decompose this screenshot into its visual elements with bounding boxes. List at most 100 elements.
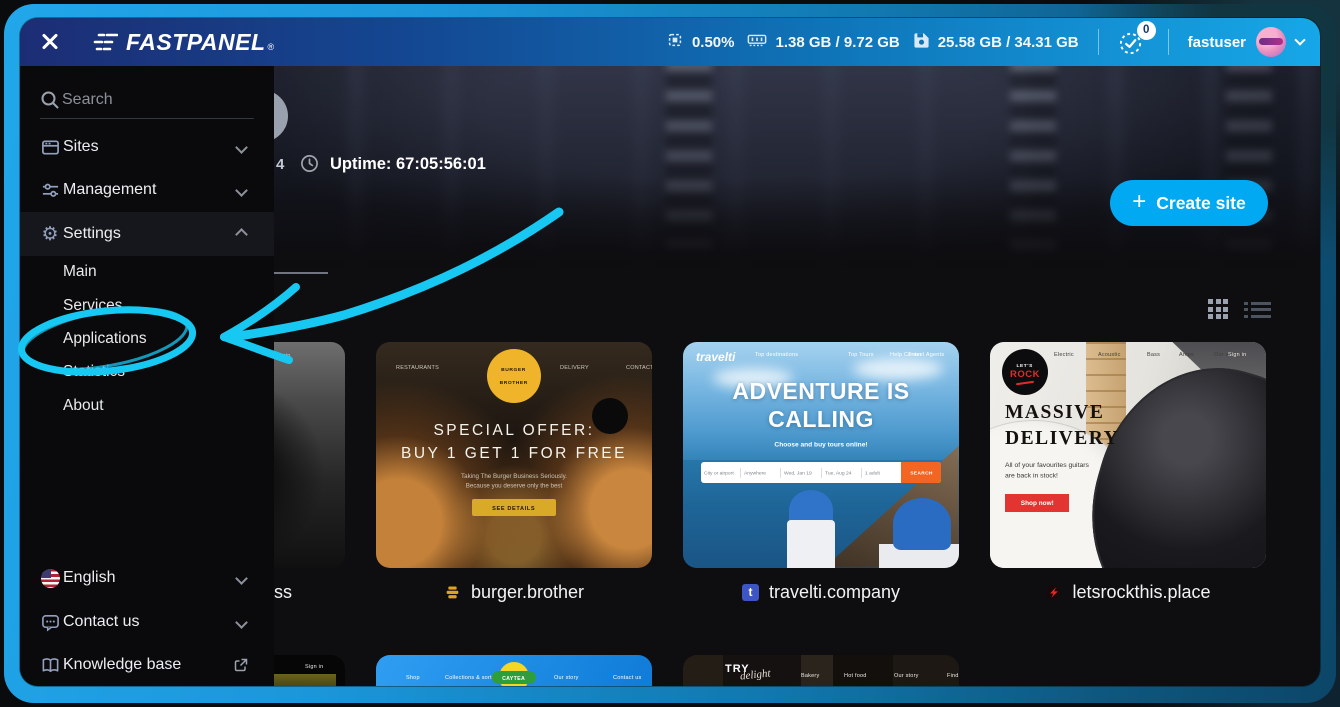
preview-headline: CALLING (683, 406, 959, 433)
preview-nav-item: RESTAURANTS (396, 364, 439, 370)
search-field: Tue, Aug 24 (822, 468, 862, 478)
chevron-down-icon (235, 184, 248, 197)
site-card-burger-brother[interactable]: RESTAURANTS ACTIONS DELIVERY CONTACTS BU… (376, 342, 652, 568)
management-icon (40, 181, 60, 200)
preview-nav-item: Sign in (305, 663, 323, 669)
site-card-travelti[interactable]: travelti Top destinations Top Tours Trav… (683, 342, 959, 568)
sidebar-item-sites[interactable]: Sites (20, 129, 274, 165)
screenshot-stage: FASTPANEL ® 0.50% 1.38 GB / 9.72 GB (0, 0, 1340, 707)
sidebar-item-label: English (63, 569, 115, 587)
user-menu[interactable]: fastuser (1188, 27, 1304, 57)
sidebar-item-label: Sites (63, 138, 99, 156)
submenu-item-main[interactable]: Main (63, 263, 97, 281)
preview-nav: Our story Contact us (554, 672, 652, 683)
search-input[interactable] (62, 86, 242, 114)
logo-text: LET'S (1017, 362, 1033, 367)
search-icon (40, 90, 60, 115)
fastpanel-logo[interactable]: FASTPANEL ® (92, 29, 274, 56)
notifications-button[interactable]: 0 (1118, 29, 1149, 56)
site-card-partial-1[interactable]: Sign in (274, 655, 345, 686)
plus-icon: + (1132, 188, 1146, 216)
chevron-down-icon (235, 141, 248, 154)
topbar: FASTPANEL ® 0.50% 1.38 GB / 9.72 GB (20, 18, 1320, 66)
uptime-value: Uptime: 67:05:56:01 (330, 155, 486, 174)
preview-nav-item: Our story (554, 674, 579, 680)
preview-nav-item: Amps (1179, 351, 1194, 357)
search-field: City or airport (701, 468, 741, 478)
site-name-burger-brother[interactable]: burger.brother (376, 579, 652, 605)
create-site-button[interactable]: + Create site (1110, 180, 1268, 226)
chevron-up-icon (235, 228, 248, 241)
preview-nav-item: CONTACTS (626, 364, 652, 370)
avatar (1256, 27, 1286, 57)
site-card-try-delight[interactable]: TRY delight Bakery Hot food Our story Fi… (683, 655, 959, 686)
sidebar-item-label: Management (63, 181, 156, 199)
divider (1098, 29, 1099, 55)
cpu-icon (666, 31, 684, 53)
preview-nav-item: Top destinations (755, 351, 798, 357)
preview-nav-item: Shop (406, 674, 420, 680)
chevron-down-icon (235, 616, 248, 629)
site-card-fitness[interactable]: a Trainer Login (274, 342, 345, 568)
sidebar-search (20, 82, 274, 118)
submenu-item-applications[interactable]: Applications (63, 330, 147, 348)
site-name-letsrock[interactable]: letsrockthis.place (990, 579, 1266, 605)
chevron-down-icon (235, 572, 248, 585)
main-content: 4 Uptime: 67:05:56:01 + Create site a Tr… (274, 66, 1320, 686)
registered-mark: ® (268, 42, 275, 52)
cloud-decor (853, 358, 943, 380)
preview-nav-item: Bakery (801, 672, 819, 678)
photo-decor (274, 674, 336, 686)
sidebar-item-settings[interactable]: ⚙ Settings (20, 216, 274, 252)
preview-nav-item: Sign in (1228, 351, 1246, 357)
site-card-letsrock[interactable]: LET'S ROCK Electric Acoustic Bass Amps O… (990, 342, 1266, 568)
disk-value: 25.58 GB / 34.31 GB (938, 34, 1079, 51)
ram-stat: 1.38 GB / 9.72 GB (747, 32, 899, 52)
preview-nav-item: Find us (947, 672, 959, 678)
preview-nav-item: Bass (1147, 351, 1160, 357)
preview-nav-item: Contact us (613, 674, 641, 680)
disk-stat: 25.58 GB / 34.31 GB (913, 32, 1079, 53)
cpu-value: 0.50% (692, 34, 735, 51)
gear-icon: ⚙ (40, 225, 60, 244)
preview-nav-item: Top Tours (848, 351, 874, 357)
preview-nav-item: Login (276, 352, 291, 358)
site-card-caytea[interactable]: Shop Collections & sorts CAYTEA Our stor… (376, 655, 652, 686)
burger-brother-logo: BURGER BROTHER (487, 349, 541, 403)
cpu-stat: 0.50% (666, 31, 735, 53)
preview-search-bar: City or airport Anywhere Wed, Jan 19 Tue… (701, 462, 941, 483)
active-tab-underline (274, 272, 328, 274)
sidebar-item-label: Contact us (63, 613, 139, 631)
sidebar-item-knowledge-base[interactable]: Knowledge base (20, 647, 274, 683)
sidebar-item-contact-us[interactable]: Contact us (20, 604, 274, 640)
search-field: Wed, Jan 19 (781, 468, 821, 478)
travelti-favicon: t (742, 584, 759, 601)
site-name-travelti[interactable]: t travelti.company (683, 579, 959, 605)
submenu-item-services[interactable]: Services (63, 297, 122, 315)
sidebar: Sites Management ⚙ Settings Main Service… (20, 66, 274, 686)
site-name-partial[interactable]: ss (274, 579, 292, 605)
submenu-item-about[interactable]: About (63, 397, 104, 415)
preview-headline: ADVENTURE IS (683, 378, 959, 405)
us-flag-icon (40, 569, 60, 588)
username: fastuser (1188, 34, 1246, 51)
preview-nav: Bakery Hot food Our story Find us Blog (801, 670, 959, 681)
close-menu-button[interactable] (36, 27, 66, 57)
list-view-icon[interactable] (1244, 301, 1271, 318)
sidebar-item-language[interactable]: English (20, 560, 274, 596)
church-decor (787, 520, 835, 568)
preview-nav-item: Help Center (890, 351, 922, 357)
preview-nav: DELIVERY CONTACTS (560, 362, 652, 373)
divider (40, 118, 254, 119)
logo-underline (1016, 380, 1034, 384)
dome-decor (893, 498, 951, 550)
disk-icon (913, 32, 930, 53)
grid-view-icon[interactable] (1208, 299, 1228, 319)
submenu-item-statistics[interactable]: Statistics (63, 363, 125, 381)
sidebar-item-management[interactable]: Management (20, 172, 274, 208)
divider (1168, 29, 1169, 55)
logo-text: BURGER (502, 366, 527, 373)
letsrock-favicon (1045, 584, 1062, 601)
preview-nav-item: Collections & sorts (445, 674, 495, 680)
preview-nav: Sign in (1228, 349, 1261, 360)
